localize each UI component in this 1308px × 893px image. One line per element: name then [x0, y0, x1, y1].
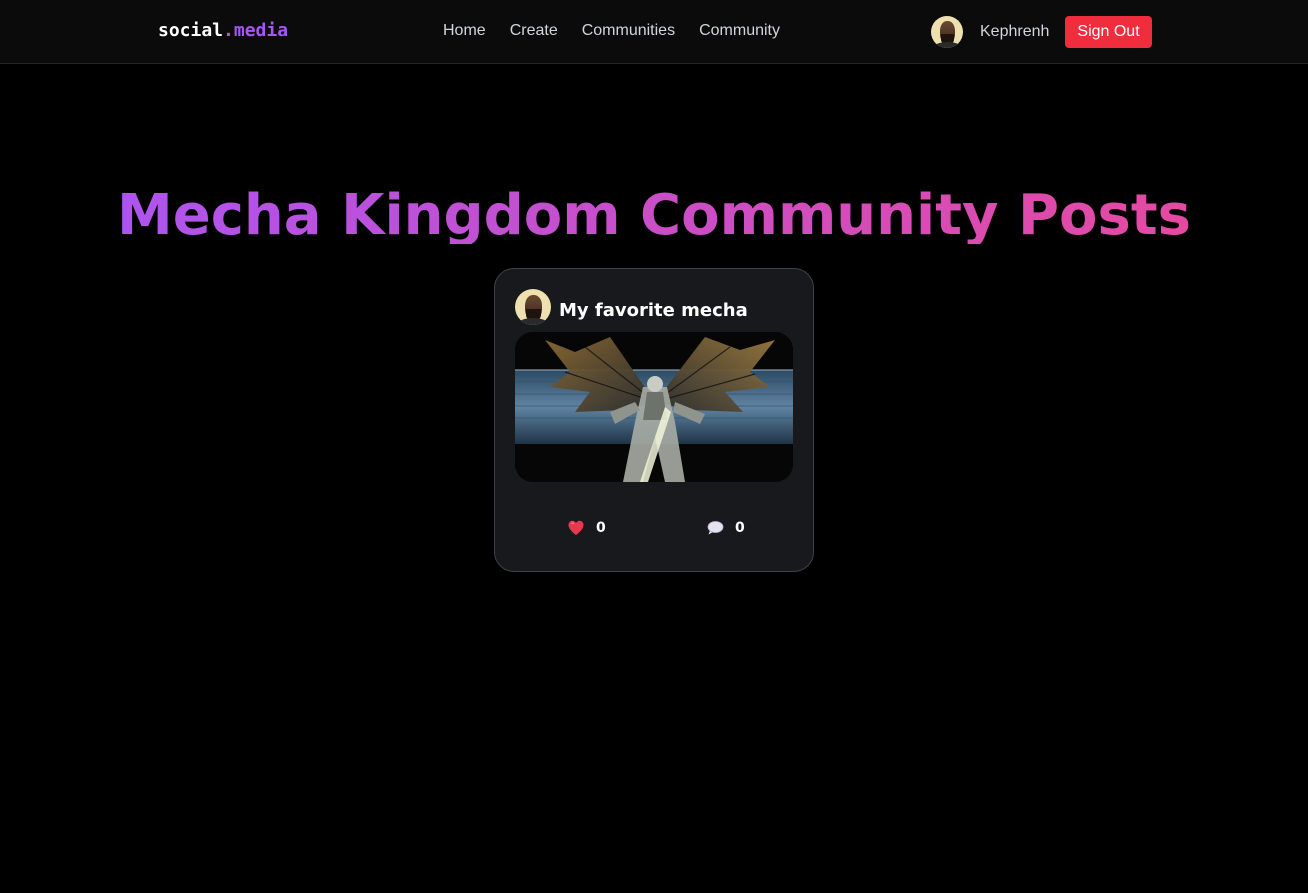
nav-links: Home Create Communities Community	[443, 22, 780, 40]
nav-link-community[interactable]: Community	[699, 22, 780, 40]
post-title[interactable]: My favorite mecha	[559, 300, 748, 321]
navbar: social.media Home Create Communities Com…	[0, 0, 1308, 64]
page-title: Mecha Kingdom Community Posts	[0, 180, 1308, 244]
site-logo[interactable]: social.media	[158, 20, 288, 41]
nav-link-home[interactable]: Home	[443, 22, 486, 40]
nav-link-communities[interactable]: Communities	[582, 22, 675, 40]
user-avatar[interactable]	[931, 16, 963, 48]
username: Kephrenh	[980, 23, 1050, 40]
post-author-avatar	[515, 289, 551, 325]
post-image[interactable]	[515, 332, 793, 482]
comment-count: 0	[735, 520, 745, 536]
user-menu: Kephrenh Sign Out	[931, 16, 1152, 48]
logo-accent: .media	[223, 20, 289, 41]
comment-button[interactable]: 0	[706, 519, 745, 537]
post-header: My favorite mecha	[515, 289, 748, 325]
like-button[interactable]: 0	[567, 519, 606, 537]
logo-primary: social	[158, 20, 224, 41]
sign-out-button[interactable]: Sign Out	[1065, 16, 1152, 48]
mecha-artwork	[515, 332, 793, 482]
nav-link-create[interactable]: Create	[510, 22, 558, 40]
heart-icon	[567, 519, 585, 537]
post-stats: 0 0	[495, 519, 813, 543]
like-count: 0	[596, 520, 606, 536]
post-card[interactable]: My favorite mecha 0 0	[494, 268, 814, 572]
speech-bubble-icon	[706, 519, 724, 537]
